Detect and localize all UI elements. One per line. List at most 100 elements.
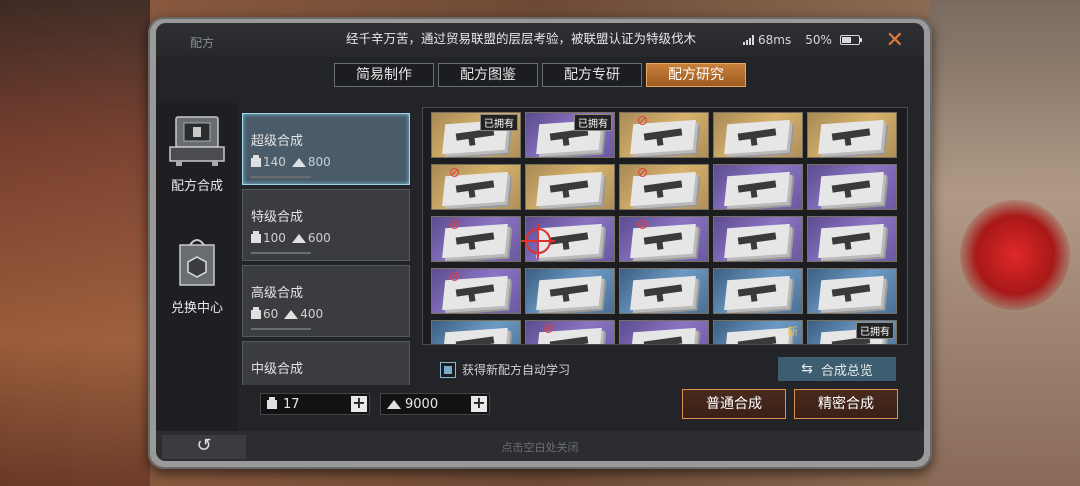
background-left bbox=[0, 0, 150, 486]
synthesis-overview-button[interactable]: ⇆ 合成总览 bbox=[778, 357, 896, 381]
recipe-cell[interactable]: 新 bbox=[713, 320, 803, 344]
add-box-button[interactable]: + bbox=[351, 395, 367, 412]
recipe-cell[interactable] bbox=[525, 216, 615, 262]
not-available-icon bbox=[450, 220, 459, 229]
status-area: 68ms 50% bbox=[743, 33, 862, 47]
owned-badge: 已拥有 bbox=[480, 114, 518, 131]
recipe-cell[interactable] bbox=[431, 164, 521, 210]
recipe-cell[interactable] bbox=[619, 320, 709, 344]
recipe-cell[interactable] bbox=[431, 320, 521, 344]
app-title: 配方 bbox=[190, 36, 215, 50]
recipe-card-advanced[interactable]: 高级合成 60 400 bbox=[242, 265, 410, 337]
not-available-icon bbox=[638, 220, 647, 229]
recipe-cell[interactable] bbox=[807, 268, 897, 314]
recipe-title: 超级合成 bbox=[251, 134, 304, 149]
pile-icon bbox=[387, 399, 401, 409]
not-available-icon bbox=[638, 116, 647, 125]
recipe-cell[interactable] bbox=[431, 268, 521, 314]
recipe-card-intermediate[interactable]: 中级合成 bbox=[242, 341, 410, 385]
tab-recipe-catalog[interactable]: 配方图鉴 bbox=[438, 63, 538, 87]
ping-value: 68ms bbox=[758, 33, 792, 47]
top-status-bar: 配方 经千辛万苦，通过贸易联盟的层层考验，被联盟认证为特级伐木 68ms 50%… bbox=[156, 23, 924, 57]
tab-bar: 简易制作 配方图鉴 配方专研 配方研究 bbox=[334, 63, 746, 87]
recipe-title: 高级合成 bbox=[251, 286, 304, 301]
pile-count-value: 9000 bbox=[405, 396, 439, 412]
card-divider bbox=[251, 328, 311, 330]
recipe-card-super[interactable]: 超级合成 140 800 bbox=[242, 113, 410, 185]
recipe-cost: 140 800 bbox=[251, 154, 409, 169]
recipe-cell[interactable] bbox=[619, 112, 709, 158]
recipe-cell[interactable]: 已拥有 bbox=[431, 112, 521, 158]
auto-learn-option: 获得新配方自动学习 bbox=[440, 361, 570, 378]
crafting-machine-icon bbox=[169, 116, 225, 166]
recipe-cell[interactable] bbox=[807, 216, 897, 262]
tab-simple-craft[interactable]: 简易制作 bbox=[334, 63, 434, 87]
recipe-cell[interactable] bbox=[619, 164, 709, 210]
pile-icon bbox=[291, 157, 306, 167]
auto-learn-label: 获得新配方自动学习 bbox=[462, 363, 571, 377]
recipe-grid: 已拥有 已拥有新已拥有 bbox=[431, 112, 897, 344]
recipe-title: 特级合成 bbox=[251, 210, 304, 225]
nav-item-label: 兑换中心 bbox=[170, 301, 223, 316]
box-counter: 17 + bbox=[260, 393, 370, 415]
recipe-title: 中级合成 bbox=[251, 362, 304, 377]
recipe-cell[interactable] bbox=[619, 216, 709, 262]
recipe-cell[interactable] bbox=[713, 112, 803, 158]
tab-recipe-research[interactable]: 配方研究 bbox=[646, 63, 746, 87]
pile-icon bbox=[284, 309, 299, 319]
box-count-value: 17 bbox=[283, 396, 300, 412]
recipe-grid-panel: 已拥有 已拥有新已拥有 bbox=[422, 107, 908, 345]
add-pile-button[interactable]: + bbox=[471, 395, 487, 412]
owned-badge: 已拥有 bbox=[574, 114, 612, 131]
recipe-cell[interactable] bbox=[525, 320, 615, 344]
recipe-cell[interactable] bbox=[713, 164, 803, 210]
recipe-cell[interactable] bbox=[431, 216, 521, 262]
precise-synthesis-button[interactable]: 精密合成 bbox=[794, 389, 898, 419]
pile-cost: 400 bbox=[300, 307, 324, 321]
recipe-cell[interactable] bbox=[525, 164, 615, 210]
close-icon[interactable]: ✕ bbox=[886, 28, 904, 53]
bottom-bar: ↺ 点击空白处关闭 bbox=[156, 431, 924, 461]
battery-icon bbox=[839, 35, 862, 45]
recipe-cell[interactable]: 已拥有 bbox=[807, 320, 897, 344]
card-divider bbox=[251, 252, 311, 254]
pile-cost: 600 bbox=[307, 231, 331, 245]
left-nav: 配方合成 兑换中心 bbox=[156, 103, 238, 443]
box-icon bbox=[251, 306, 261, 319]
recipe-card-special[interactable]: 特级合成 100 600 bbox=[242, 189, 410, 261]
recipe-cell[interactable] bbox=[713, 268, 803, 314]
nav-item-recipe-synthesis[interactable]: 配方合成 bbox=[156, 113, 238, 194]
news-ticker: 经千辛万苦，通过贸易联盟的层层考验，被联盟认证为特级伐木 bbox=[346, 31, 697, 46]
signal-icon bbox=[743, 35, 754, 45]
recipe-cell[interactable] bbox=[807, 112, 897, 158]
battery-value: 50% bbox=[805, 33, 832, 47]
box-cost: 100 bbox=[263, 231, 286, 245]
box-cost: 140 bbox=[263, 155, 286, 169]
background-red-object bbox=[960, 200, 1070, 310]
auto-learn-checkbox[interactable] bbox=[440, 361, 456, 378]
close-hint: 点击空白处关闭 bbox=[501, 441, 579, 454]
tab-recipe-specialty[interactable]: 配方专研 bbox=[542, 63, 642, 87]
not-available-icon bbox=[638, 168, 647, 177]
owned-badge: 已拥有 bbox=[856, 322, 894, 339]
nav-item-exchange-center[interactable]: 兑换中心 bbox=[156, 235, 238, 316]
recipe-cell[interactable] bbox=[713, 216, 803, 262]
swap-icon: ⇆ bbox=[801, 361, 813, 377]
recipe-cost: 100 600 bbox=[251, 230, 409, 245]
phone-device: 配方 经千辛万苦，通过贸易联盟的层层考验，被联盟认证为特级伐木 68ms 50%… bbox=[148, 17, 932, 469]
not-available-icon bbox=[450, 272, 459, 281]
overview-label: 合成总览 bbox=[820, 363, 873, 379]
recipe-cell[interactable]: 已拥有 bbox=[525, 112, 615, 158]
not-available-icon bbox=[450, 168, 459, 177]
box-icon bbox=[251, 230, 261, 243]
pile-cost: 800 bbox=[307, 155, 331, 169]
shopping-bag-icon bbox=[179, 239, 215, 286]
pile-counter: 9000 + bbox=[380, 393, 490, 415]
box-cost: 60 bbox=[263, 307, 279, 321]
recipe-cell[interactable] bbox=[619, 268, 709, 314]
recipe-cell[interactable] bbox=[807, 164, 897, 210]
nav-item-label: 配方合成 bbox=[170, 179, 223, 194]
recipe-cell[interactable] bbox=[525, 268, 615, 314]
normal-synthesis-button[interactable]: 普通合成 bbox=[682, 389, 786, 419]
recipe-cost: 60 400 bbox=[251, 306, 409, 321]
